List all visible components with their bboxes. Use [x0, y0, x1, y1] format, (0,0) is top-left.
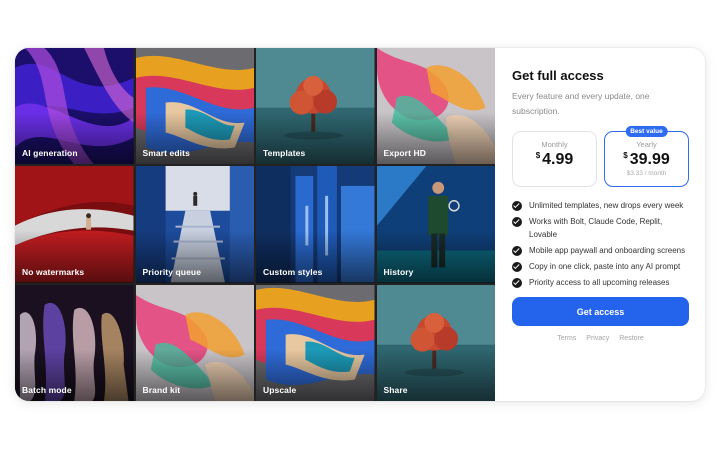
- feature-text: Copy in one click, paste into any AI pro…: [529, 262, 681, 271]
- pricing-panel: Get full access Every feature and every …: [495, 48, 705, 401]
- price-amount: 39.99: [629, 151, 670, 168]
- check-circle-icon: [512, 277, 522, 288]
- plan-name: Yearly: [636, 140, 657, 149]
- feature-item: Works with Bolt, Claude Code, Replit, Lo…: [512, 215, 689, 241]
- plan-price: $39.99: [605, 151, 688, 169]
- tile-label: History: [383, 266, 414, 277]
- check-circle-icon: [512, 261, 522, 272]
- price-amount: 4.99: [542, 151, 574, 168]
- plan-name: Monthly: [541, 140, 568, 149]
- get-access-button[interactable]: Get access: [512, 297, 689, 326]
- tile-label: Custom styles: [263, 266, 323, 277]
- tile-label: Batch mode: [22, 385, 72, 395]
- feature-item: Copy in one click, paste into any AI pro…: [512, 260, 689, 273]
- tile-label: Priority queue: [142, 266, 202, 277]
- tile-label: AI generation: [22, 148, 78, 159]
- best-value-badge: Best value: [625, 126, 668, 137]
- tile-label: Share: [383, 385, 408, 395]
- tile-priority-queue[interactable]: Priority queue: [135, 166, 254, 283]
- tile-label: Smart edits: [142, 148, 190, 159]
- feature-text: Priority access to all upcoming releases: [529, 278, 670, 287]
- feature-text: Works with Bolt, Claude Code, Replit, Lo…: [529, 217, 663, 239]
- tile-brand-kit[interactable]: Brand kit: [135, 284, 254, 401]
- feature-item: Priority access to all upcoming releases: [512, 276, 689, 289]
- plan-price: $4.99: [513, 151, 596, 169]
- check-circle-icon: [512, 216, 522, 227]
- plan-monthly[interactable]: Monthly $4.99: [512, 131, 597, 187]
- tile-label: Upscale: [263, 385, 297, 395]
- tile-templates[interactable]: Templates: [256, 48, 375, 165]
- feature-list: Unlimited templates, new drops every wee…: [512, 199, 689, 289]
- tile-batch-mode[interactable]: Batch mode: [15, 284, 134, 401]
- tile-upscale[interactable]: Upscale: [256, 284, 375, 401]
- terms-link[interactable]: Terms: [557, 335, 576, 342]
- tile-smart-edits[interactable]: Smart edits: [135, 48, 254, 165]
- plan-selector: Monthly $4.99 Best value Yearly $39.99 $…: [512, 126, 689, 187]
- footer-links: Terms Privacy Restore: [512, 335, 689, 342]
- feature-gallery: AI generation Smart edits Templates Expo…: [15, 48, 495, 401]
- restore-link[interactable]: Restore: [619, 335, 644, 342]
- check-circle-icon: [512, 200, 522, 211]
- privacy-link[interactable]: Privacy: [586, 335, 609, 342]
- currency-symbol: $: [535, 151, 541, 160]
- tile-export-hd[interactable]: Export HD: [376, 48, 495, 165]
- feature-item: Mobile app paywall and onboarding screen…: [512, 244, 689, 257]
- per-month-price: $3.33 / month: [626, 170, 667, 177]
- plan-yearly[interactable]: Best value Yearly $39.99 $3.33 / month: [604, 126, 689, 187]
- tile-label: Export HD: [383, 148, 426, 159]
- currency-symbol: $: [623, 151, 628, 160]
- tile-custom-styles[interactable]: Custom styles: [256, 166, 375, 283]
- tile-label: No watermarks: [22, 266, 85, 277]
- tile-share[interactable]: Share: [376, 284, 495, 401]
- feature-text: Unlimited templates, new drops every wee…: [529, 201, 684, 210]
- feature-text: Mobile app paywall and onboarding screen…: [529, 246, 686, 255]
- paywall-card: AI generation Smart edits Templates Expo…: [15, 48, 705, 401]
- panel-subtitle: Every feature and every update, one subs…: [512, 91, 650, 116]
- tile-no-watermarks[interactable]: No watermarks: [15, 166, 134, 283]
- panel-title: Get full access: [512, 68, 604, 83]
- tile-history[interactable]: History: [376, 166, 495, 283]
- feature-item: Unlimited templates, new drops every wee…: [512, 199, 689, 212]
- tile-label: Templates: [263, 148, 306, 159]
- tile-label: Brand kit: [142, 385, 181, 395]
- check-circle-icon: [512, 245, 522, 256]
- tile-ai-generation[interactable]: AI generation: [15, 48, 134, 165]
